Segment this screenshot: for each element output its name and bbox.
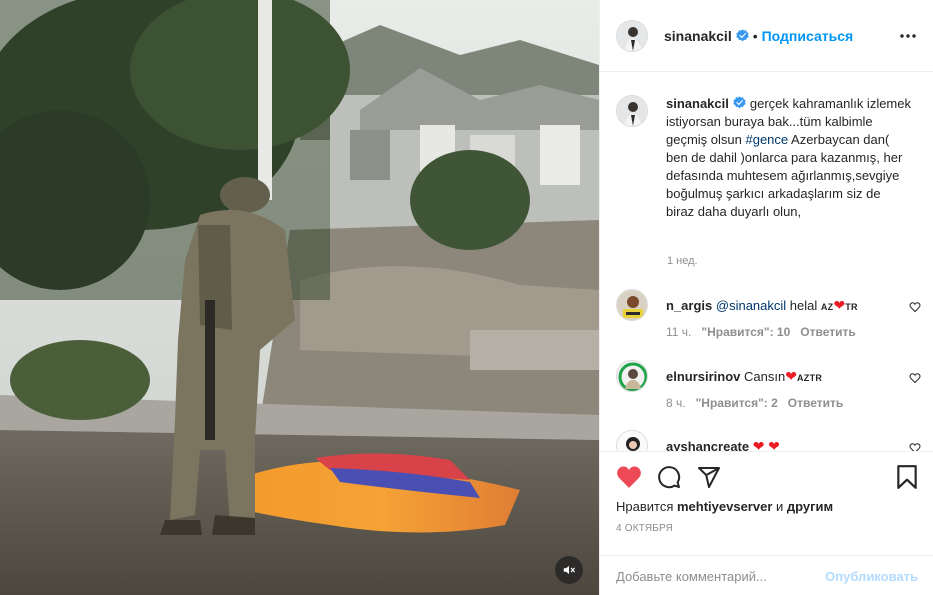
caption-username[interactable]: sinanakcil [666, 96, 729, 111]
comment-likes[interactable]: "Нравится": 2 [696, 396, 778, 410]
mute-button[interactable] [555, 556, 583, 584]
more-horizontal-icon [900, 34, 916, 38]
likes-prefix: Нравится [616, 499, 677, 514]
post-actions: Нравится mehtiyevserver и другим 4 ОКТЯБ… [600, 451, 933, 595]
comment-text: elnursirinov Cansın❤AZTR [666, 367, 886, 387]
reply-button[interactable]: Ответить [800, 325, 855, 339]
comment-username[interactable]: ayshancreate [666, 439, 749, 451]
comment-time[interactable]: 11 ч. [666, 325, 691, 339]
post-header: sinanakcil • Подписаться [600, 0, 933, 72]
header-separator: • [752, 27, 758, 44]
comment-time[interactable]: 8 ч. [666, 396, 686, 410]
caption-text: sinanakcil gerçek kahramanlık izlemek is… [666, 95, 911, 221]
paper-plane-icon [698, 467, 720, 488]
post-side-panel: sinanakcil • Подписаться sinanakcil gerç… [599, 0, 933, 595]
comment-username[interactable]: n_argis [666, 298, 712, 313]
likes-summary: Нравится mehtiyevserver и другим [616, 499, 833, 514]
comment-likes[interactable]: "Нравится": 10 [701, 325, 790, 339]
video-frame [0, 0, 599, 595]
heart-outline-icon[interactable] [909, 301, 921, 313]
comment-meta: 11 ч. "Нравится": 10 Ответить [666, 325, 856, 339]
publish-button[interactable]: Опубликовать [825, 569, 918, 584]
commenter-avatar[interactable] [616, 289, 648, 321]
red-heart-emoji: ❤ [785, 368, 797, 384]
post-video[interactable] [0, 0, 599, 595]
likes-user-link[interactable]: mehtiyevserver [677, 499, 772, 514]
comment-text: n_argis @sinanakcil helal AZ❤TR [666, 296, 886, 316]
comment-body: helal [786, 298, 821, 313]
author-avatar[interactable] [616, 19, 648, 52]
heart-filled-icon [617, 466, 641, 488]
flag-emoji-text: AZ [820, 302, 834, 312]
like-button[interactable] [616, 464, 642, 490]
heart-outline-icon[interactable] [909, 372, 921, 384]
reply-button[interactable]: Ответить [788, 396, 843, 410]
verified-badge-icon [736, 29, 749, 42]
share-button[interactable] [696, 464, 722, 490]
commenter-avatar[interactable] [616, 360, 648, 392]
comments-list[interactable]: sinanakcil gerçek kahramanlık izlemek is… [600, 73, 933, 451]
follow-button[interactable]: Подписаться [762, 28, 854, 44]
flag-emoji-text: AZTR [796, 373, 823, 383]
heart-outline-icon[interactable] [909, 442, 921, 451]
caption-timestamp[interactable]: 1 нед. [667, 255, 698, 267]
speaker-muted-icon [563, 565, 575, 575]
comment-item: elnursirinov Cansın❤AZTR 8 ч. "Нравится":… [616, 360, 921, 420]
caption-avatar[interactable] [616, 95, 648, 127]
red-heart-emoji: ❤ [752, 438, 765, 451]
comment-bubble-icon [658, 466, 681, 489]
likes-mid: и [772, 499, 787, 514]
add-comment-form: Опубликовать [600, 555, 933, 595]
likes-others-link[interactable]: другим [787, 499, 833, 514]
post-date[interactable]: 4 ОКТЯБРЯ [616, 523, 673, 534]
commenter-avatar[interactable] [616, 430, 648, 451]
flag-emoji-text: TR [845, 302, 858, 312]
comment-item: ayshancreate ❤ ❤ [616, 430, 921, 451]
comment-text: ayshancreate ❤ ❤ [666, 437, 886, 451]
comment-button[interactable] [656, 464, 682, 490]
action-bar [616, 464, 736, 490]
comment-mention[interactable]: @sinanakcil [716, 298, 786, 313]
post-caption: sinanakcil gerçek kahramanlık izlemek is… [616, 95, 921, 221]
comment-username[interactable]: elnursirinov [666, 369, 740, 384]
caption-hashtag[interactable]: #gence [745, 132, 788, 147]
author-username[interactable]: sinanakcil [664, 28, 732, 44]
comment-meta: 8 ч. "Нравится": 2 Ответить [666, 396, 843, 410]
verified-badge-icon [733, 96, 746, 109]
comment-body: Cansın [740, 369, 786, 384]
comment-item: n_argis @sinanakcil helal AZ❤TR 11 ч. "Нр… [616, 289, 921, 349]
more-options-button[interactable] [896, 24, 920, 48]
red-heart-emoji: ❤ [833, 297, 846, 313]
red-heart-emoji: ❤ [768, 438, 780, 451]
comment-input[interactable] [616, 568, 816, 584]
bookmark-icon[interactable] [894, 464, 920, 490]
